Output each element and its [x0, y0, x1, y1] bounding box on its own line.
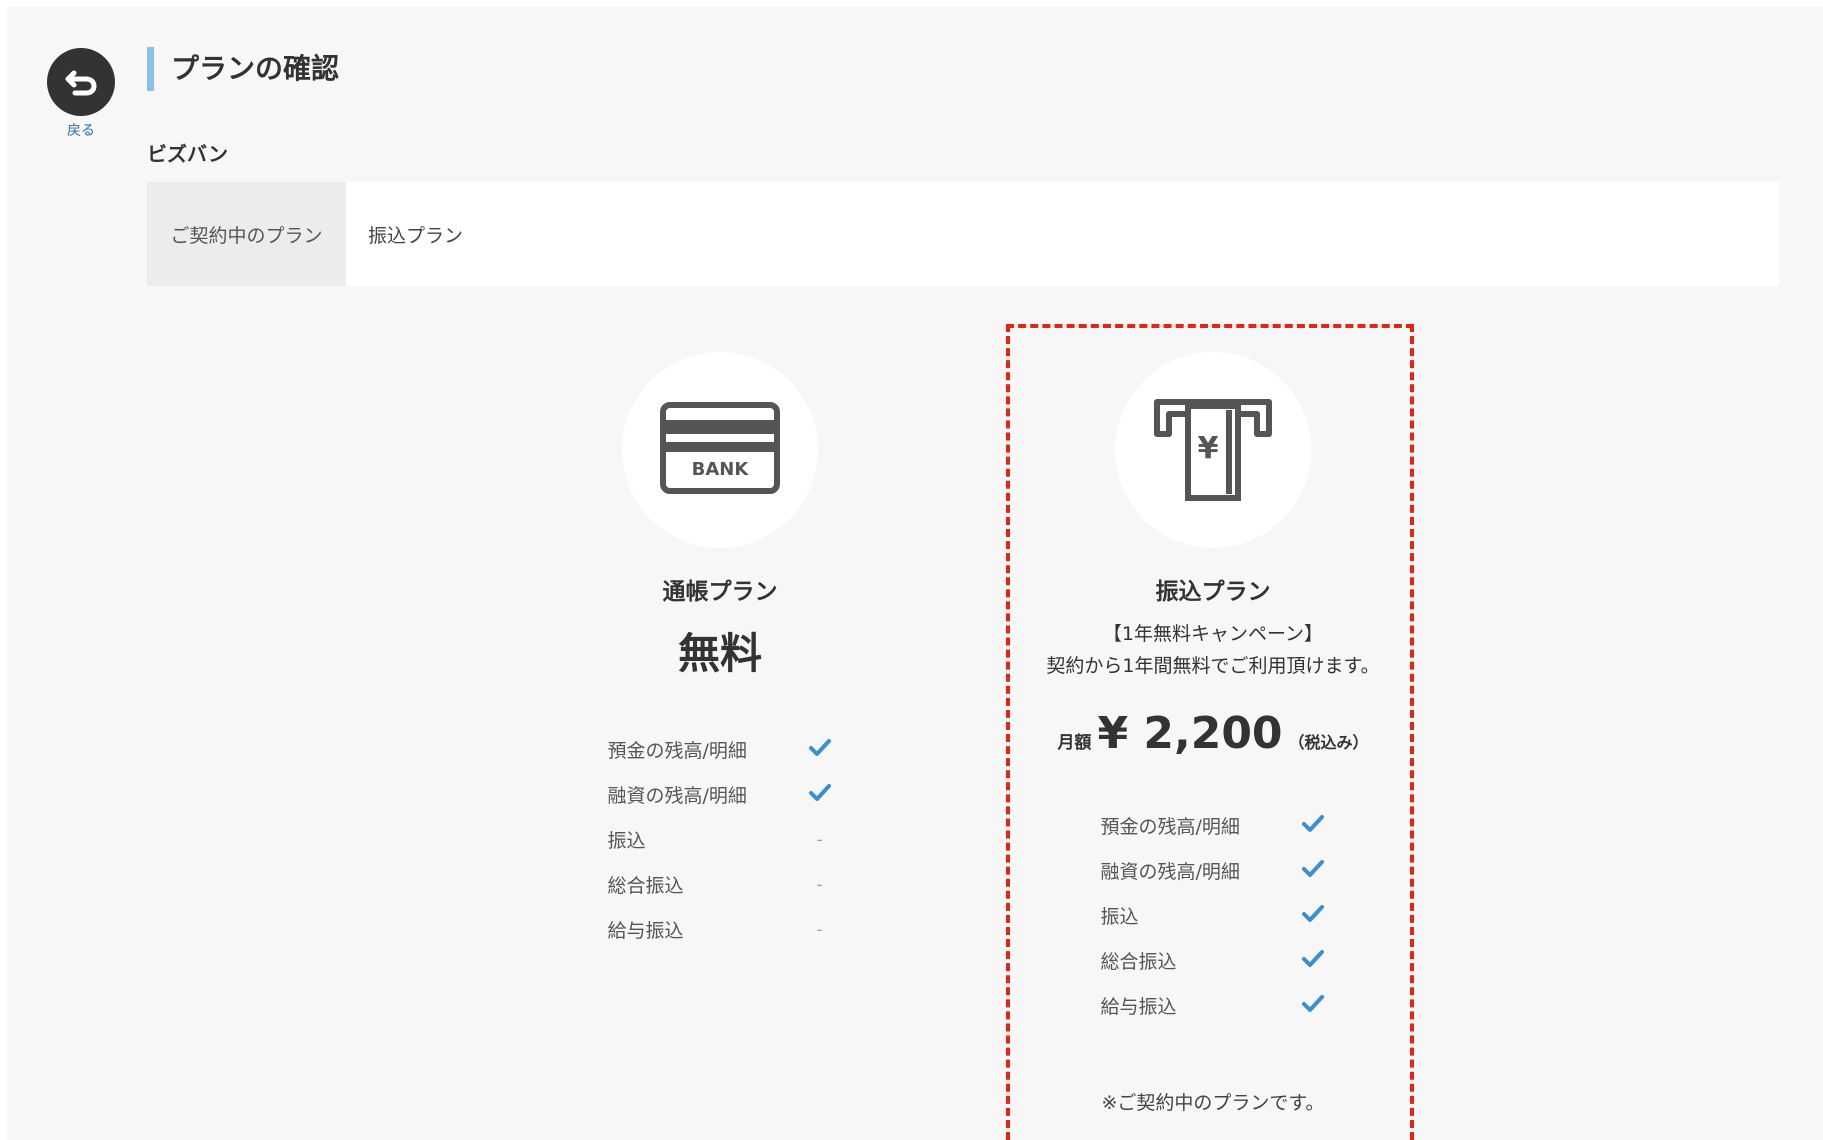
back-button[interactable]: 戻る: [47, 48, 115, 140]
plan-price: 無料: [677, 629, 762, 678]
page-background: [7, 7, 1823, 1140]
feature-list: 預金の残高/明細 融資の残高/明細 振込 総合振込 給与振込: [1101, 803, 1326, 1028]
plan-price: 月額 ¥ 2,200 （税込み）: [1013, 708, 1413, 759]
feature-label: 総合振込: [1100, 951, 1177, 973]
feature-list: 預金の残高/明細 融資の残高/明細 振込 - 総合振込 - 給与振込 -: [608, 727, 833, 952]
feature-label: 総合振込: [607, 875, 684, 897]
check-icon: [1300, 994, 1326, 1018]
feature-row: 預金の残高/明細: [608, 727, 833, 772]
plan-name: 通帳プラン: [662, 579, 778, 605]
price-suffix: （税込み）: [1288, 733, 1369, 752]
current-plan-note: ※ご契約中のプランです。: [1101, 1092, 1325, 1114]
feature-label: 給与振込: [607, 920, 684, 942]
campaign-text: 【1年無料キャンペーン】 契約から1年間無料でご利用頂けます。: [1013, 618, 1413, 682]
check-icon: [1300, 814, 1326, 838]
feature-row: 総合振込: [1101, 938, 1326, 983]
company-name: ビズバン: [147, 142, 228, 166]
dash-mark: -: [816, 830, 823, 849]
feature-label: 振込: [1100, 906, 1139, 928]
feature-label: 融資の残高/明細: [607, 785, 747, 807]
bank-passbook-icon: BANK: [660, 402, 780, 494]
feature-row: 振込 -: [608, 817, 833, 862]
plan-name: 振込プラン: [1155, 579, 1271, 605]
check-icon: [1300, 904, 1326, 928]
feature-label: 預金の残高/明細: [1100, 816, 1240, 838]
feature-row: 融資の残高/明細: [608, 772, 833, 817]
feature-row: 振込: [1101, 893, 1326, 938]
plan-card-transfer: ¥ 振込プラン 【1年無料キャンペーン】 契約から1年間無料でご利用頂けます。 …: [1013, 326, 1413, 1138]
feature-label: 預金の残高/明細: [607, 740, 747, 762]
feature-row: 融資の残高/明細: [1101, 848, 1326, 893]
price-prefix: 月額: [1057, 733, 1092, 753]
dash-mark: -: [816, 920, 823, 939]
page-title: プランの確認: [147, 47, 339, 91]
atm-transfer-icon: ¥: [1154, 399, 1272, 501]
check-icon: [807, 738, 833, 762]
feature-row: 給与振込 -: [608, 907, 833, 952]
yen-icon-text: ¥: [1198, 431, 1219, 466]
bank-icon-text: BANK: [692, 459, 750, 480]
campaign-title: 【1年無料キャンペーン】: [1102, 623, 1324, 645]
price-amount: ¥ 2,200: [1097, 708, 1283, 759]
campaign-description: 契約から1年間無料でご利用頂けます。: [1046, 655, 1380, 677]
plan-icon-container: ¥: [1115, 352, 1311, 548]
feature-label: 振込: [607, 830, 646, 852]
back-label[interactable]: 戻る: [47, 120, 115, 140]
contract-table: ご契約中のプラン 振込プラン: [147, 182, 1779, 286]
check-icon: [1300, 949, 1326, 973]
feature-row: 総合振込 -: [608, 862, 833, 907]
check-icon: [807, 783, 833, 807]
feature-label: 給与振込: [1100, 996, 1177, 1018]
contract-header: ご契約中のプラン: [147, 182, 346, 286]
plan-card-passbook: BANK 通帳プラン 無料 預金の残高/明細 融資の残高/明細 振込 - 総合振…: [570, 352, 870, 952]
feature-label: 融資の残高/明細: [1100, 861, 1240, 883]
feature-row: 給与振込: [1101, 983, 1326, 1028]
check-icon: [1300, 859, 1326, 883]
plan-icon-container: BANK: [622, 352, 818, 548]
dash-mark: -: [816, 875, 823, 894]
back-icon[interactable]: [47, 48, 115, 116]
feature-row: 預金の残高/明細: [1101, 803, 1326, 848]
contract-value: 振込プラン: [368, 224, 464, 247]
